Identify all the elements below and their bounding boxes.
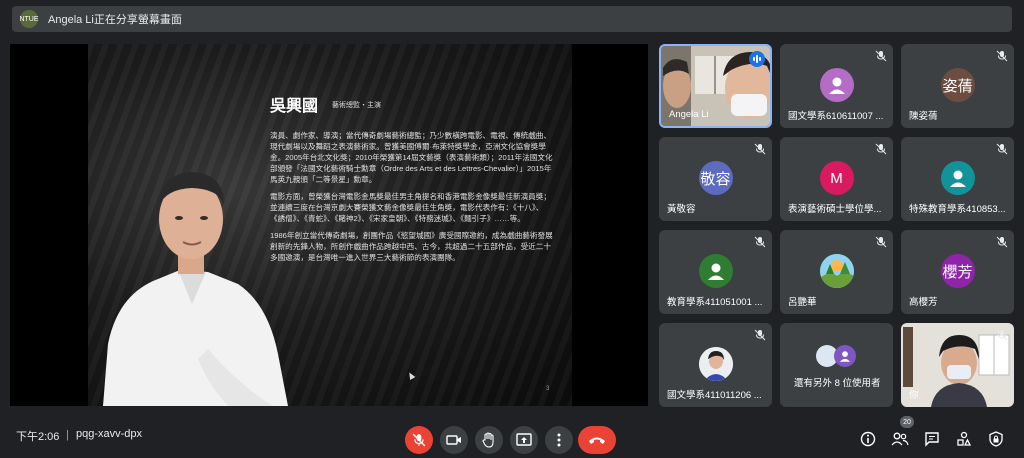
participant-name: 陳姿蒨 bbox=[909, 111, 938, 122]
meeting-time: 下午2:06 bbox=[16, 431, 60, 443]
camera-toggle-button[interactable] bbox=[440, 426, 468, 454]
slide-paragraph: 演員、劇作家、導演；當代傳奇劇場藝術總監；乃少數橫跨電影、電視、傳統戲曲、現代劇… bbox=[270, 131, 553, 184]
participant-name: Angela Li bbox=[669, 109, 709, 120]
separator: | bbox=[66, 429, 69, 441]
participant-tile[interactable]: 國文學系411011206 ... bbox=[659, 323, 772, 407]
host-controls-button[interactable] bbox=[985, 428, 1007, 450]
leave-call-button[interactable] bbox=[578, 426, 616, 454]
participant-name: 呂艷華 bbox=[788, 297, 817, 308]
participant-tile-angela[interactable]: Angela Li bbox=[659, 44, 772, 128]
bottom-control-bar: 下午2:06 | pqg-xavv-dpx 20 bbox=[0, 412, 1024, 458]
more-participants-label: 還有另外 8 位使用者 bbox=[794, 378, 881, 389]
slide-page-number: 3 bbox=[546, 386, 550, 392]
slide-paragraph: 1986年創立當代傳奇劇場，創團作品《慾望城國》廣受國際邀約，成為戲曲藝術發展創… bbox=[270, 231, 553, 262]
participant-tile[interactable]: 教育學系411051001 ... bbox=[659, 230, 772, 314]
presentation-stage[interactable]: 吳興國 藝術總監・主演 演員、劇作家、導演；當代傳奇劇場藝術總監；乃少數橫跨電影… bbox=[10, 44, 648, 406]
activities-button[interactable] bbox=[953, 428, 975, 450]
participant-avatar: 姿蒨 bbox=[940, 68, 975, 102]
participant-avatar bbox=[819, 254, 854, 288]
participant-name: 黃敬容 bbox=[667, 204, 696, 215]
participant-name: 你 bbox=[909, 390, 919, 401]
landscape-photo-icon bbox=[819, 254, 854, 288]
participant-name: 國文學系411011206 ... bbox=[667, 390, 762, 401]
participant-tile[interactable]: 特殊教育學系410853... bbox=[901, 137, 1014, 221]
participant-name: 特殊教育學系410853... bbox=[909, 204, 1006, 215]
meeting-code[interactable]: pqg-xavv-dpx bbox=[76, 428, 142, 440]
info-icon bbox=[860, 431, 876, 447]
sharing-banner: NTUE Angela Li正在分享螢幕畫面 bbox=[12, 6, 1012, 32]
participant-avatar-thumb bbox=[834, 345, 856, 367]
self-participant-tile[interactable]: 你 bbox=[901, 323, 1014, 407]
microphone-toggle-button[interactable] bbox=[405, 426, 433, 454]
participant-avatar bbox=[698, 347, 733, 381]
meeting-details-button[interactable] bbox=[857, 428, 879, 450]
mic-off-icon bbox=[875, 50, 887, 62]
more-options-button[interactable] bbox=[545, 426, 573, 454]
mic-off-icon bbox=[412, 433, 426, 447]
participant-name: 高櫻芳 bbox=[909, 297, 938, 308]
participant-avatar bbox=[698, 254, 733, 288]
more-participants-tile[interactable]: 還有另外 8 位使用者 bbox=[780, 323, 893, 407]
speaking-indicator-icon bbox=[749, 51, 765, 67]
present-screen-icon bbox=[516, 433, 532, 446]
mic-off-icon bbox=[996, 329, 1008, 341]
mic-off-icon bbox=[996, 143, 1008, 155]
slide-subtitle-role: 藝術總監・主演 bbox=[332, 102, 381, 109]
chat-icon bbox=[925, 432, 939, 447]
participant-avatar bbox=[940, 161, 975, 195]
hand-icon bbox=[482, 432, 494, 448]
participant-avatar: M bbox=[819, 161, 854, 195]
person-icon bbox=[707, 263, 724, 280]
presenter-portrait bbox=[103, 172, 288, 406]
slide-title-name: 吳興國 bbox=[270, 98, 319, 115]
hang-up-icon bbox=[589, 437, 605, 444]
sharing-status-text: Angela Li正在分享螢幕畫面 bbox=[48, 14, 182, 26]
participant-name: 國文學系610611007 ... bbox=[788, 111, 884, 122]
participant-tile[interactable]: 敬容 黃敬容 bbox=[659, 137, 772, 221]
chat-button[interactable] bbox=[921, 428, 943, 450]
participant-tile[interactable]: M 表演藝術碩士學位學... bbox=[780, 137, 893, 221]
participant-avatar: 敬容 bbox=[698, 161, 733, 195]
present-screen-button[interactable] bbox=[510, 426, 538, 454]
mic-off-icon bbox=[875, 236, 887, 248]
participant-name: 教育學系411051001 ... bbox=[667, 297, 763, 308]
mic-off-icon bbox=[754, 329, 766, 341]
participant-avatar: 櫻芳 bbox=[940, 254, 975, 288]
participant-avatar bbox=[819, 68, 854, 102]
mic-off-icon bbox=[996, 236, 1008, 248]
people-icon bbox=[891, 432, 909, 446]
participant-tile[interactable]: 呂艷華 bbox=[780, 230, 893, 314]
presenter-avatar: NTUE bbox=[19, 10, 39, 28]
participant-name: 表演藝術碩士學位學... bbox=[788, 204, 882, 215]
person-icon bbox=[949, 170, 966, 187]
people-button[interactable] bbox=[889, 428, 911, 450]
participant-tile[interactable]: 國文學系610611007 ... bbox=[780, 44, 893, 128]
participant-count-badge: 20 bbox=[900, 416, 914, 428]
slide-body-text: 演員、劇作家、導演；當代傳奇劇場藝術總監；乃少數橫跨電影、電視、傳統戲曲、現代劇… bbox=[270, 130, 554, 269]
mic-off-icon bbox=[996, 50, 1008, 62]
mic-off-icon bbox=[875, 143, 887, 155]
person-icon bbox=[828, 77, 845, 94]
participant-tile[interactable]: 姿蒨 陳姿蒨 bbox=[901, 44, 1014, 128]
slide-paragraph: 電影方面，曾榮獲台灣電影金馬獎最佳男主角提名和香港電影金像獎最佳新演員獎；並連續… bbox=[270, 192, 551, 223]
mic-off-icon bbox=[754, 236, 766, 248]
more-vert-icon bbox=[557, 433, 561, 447]
shield-lock-icon bbox=[989, 431, 1003, 447]
video-camera-icon bbox=[446, 435, 461, 445]
mic-off-icon bbox=[754, 143, 766, 155]
raise-hand-button[interactable] bbox=[475, 426, 503, 454]
person-icon bbox=[839, 351, 851, 362]
participant-tile[interactable]: 櫻芳 高櫻芳 bbox=[901, 230, 1014, 314]
profile-photo-icon bbox=[698, 347, 733, 381]
activities-shapes-icon bbox=[957, 431, 972, 446]
